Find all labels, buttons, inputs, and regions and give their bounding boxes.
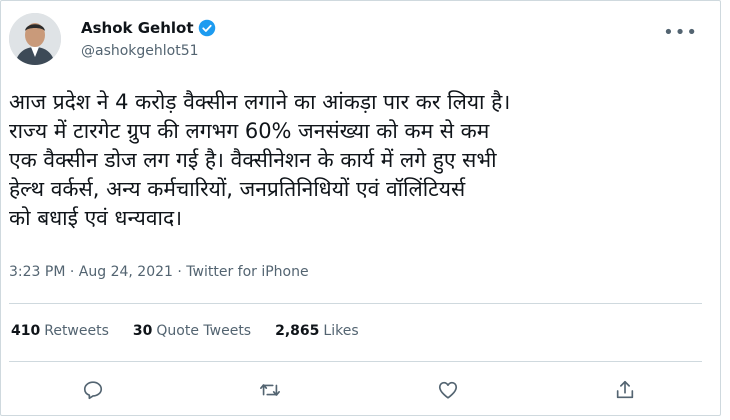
share-button[interactable] [611, 376, 639, 404]
divider-bottom [9, 361, 702, 362]
author-handle[interactable]: @ashokgehlot51 [81, 43, 199, 59]
quote-tweets-count: 30 [132, 323, 153, 339]
tweet-source[interactable]: Twitter for iPhone [186, 264, 308, 280]
like-icon [438, 381, 457, 399]
retweet-button[interactable] [256, 376, 284, 404]
reply-button[interactable] [79, 376, 107, 404]
retweets-count: 410 [11, 323, 41, 339]
retweets-stat[interactable]: 410 Retweets [11, 323, 109, 339]
like-button[interactable] [434, 376, 462, 404]
tweet-actions [79, 376, 639, 404]
meta-separator: · [177, 264, 182, 280]
tweet-card: Ashok Gehlot @ashokgehlot51 ••• आज प्रदे… [0, 0, 721, 416]
tweet-stats: 410 Retweets 30 Quote Tweets 2,865 Likes [11, 323, 359, 339]
meta-separator: · [69, 264, 75, 280]
tweet-meta: 3:23 PM · Aug 24, 2021 · Twitter for iPh… [9, 264, 309, 280]
verified-badge-icon [198, 19, 215, 37]
avatar[interactable] [9, 13, 61, 65]
author-name[interactable]: Ashok Gehlot [81, 19, 216, 37]
tweet-date[interactable]: Aug 24, 2021 [79, 264, 173, 280]
reply-icon [83, 381, 103, 400]
more-icon[interactable]: ••• [663, 22, 698, 43]
divider-top [9, 303, 702, 304]
likes-stat[interactable]: 2,865 Likes [275, 323, 359, 339]
quote-tweets-label: Quote Tweets [156, 323, 252, 339]
likes-count: 2,865 [275, 323, 320, 339]
tweet-text: आज प्रदेश ने 4 करोड़ वैक्सीन लगाने का आं… [9, 90, 511, 230]
retweets-label: Retweets [44, 323, 109, 339]
quote-tweets-stat[interactable]: 30 Quote Tweets [133, 323, 251, 339]
tweet-time[interactable]: 3:23 PM [9, 264, 65, 280]
likes-label: Likes [323, 323, 359, 339]
author-name-text: Ashok Gehlot [81, 19, 194, 37]
retweet-icon [260, 384, 281, 396]
avatar-image [9, 13, 61, 65]
share-icon [616, 380, 634, 399]
